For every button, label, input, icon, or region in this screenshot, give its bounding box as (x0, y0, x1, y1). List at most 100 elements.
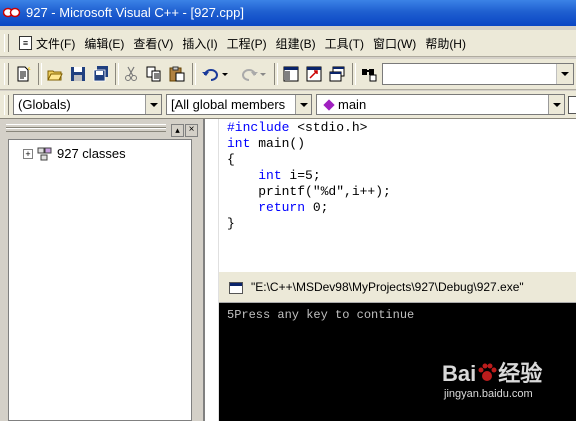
toolbar-grip[interactable] (4, 63, 9, 85)
save-all-icon (93, 66, 108, 82)
toolbar-separator (115, 63, 119, 85)
menu-item-label: 编辑(E) (84, 36, 125, 51)
wizardbar-grip[interactable] (4, 95, 9, 115)
menu-item-label: 工具(T) (324, 36, 364, 51)
visual-cpp-app-icon (3, 7, 21, 18)
code-line[interactable]: printf("%d",i++); (227, 184, 391, 199)
find-in-files-button[interactable] (358, 63, 380, 85)
workspace-icon (283, 66, 299, 82)
paste-button[interactable] (166, 63, 188, 85)
toolbar-separator (352, 63, 356, 85)
new-text-file-icon (17, 66, 31, 82)
menu-item-5[interactable]: 组建(B) (272, 35, 321, 52)
workspace-toggle-button[interactable] (280, 63, 302, 85)
code-line[interactable]: int main() (227, 136, 305, 151)
code-text: printf("%d",i++); (258, 184, 391, 199)
filter-combo[interactable]: [All global members (166, 94, 312, 115)
save-all-button[interactable] (90, 63, 112, 85)
editor-gutter[interactable] (205, 119, 219, 421)
open-folder-icon (47, 70, 63, 81)
console-title-bar[interactable]: "E:\C++\MSDev98\MyProjects\927\Debug\927… (219, 272, 576, 303)
restore-pane-icon[interactable]: ▴ (171, 124, 184, 137)
save-button[interactable] (67, 63, 89, 85)
filter-dropdown-button[interactable] (295, 95, 311, 114)
class-view-tree[interactable]: + 927 classes (8, 139, 192, 421)
save-icon (71, 67, 85, 81)
chevron-down-icon (552, 102, 561, 107)
class-scope-dropdown-button[interactable] (145, 95, 161, 114)
toolbar-separator (192, 63, 196, 85)
title-bar[interactable]: 927 - Microsoft Visual C++ - [927.cpp] (0, 0, 576, 26)
copy-button[interactable] (143, 63, 165, 85)
cut-icon (125, 66, 137, 81)
member-function-icon (323, 99, 335, 111)
redo-icon (242, 69, 266, 81)
code-text: { (227, 152, 235, 167)
undo-icon (202, 69, 228, 81)
watermark-url: jingyan.baidu.com (444, 388, 533, 400)
paste-icon (169, 66, 185, 82)
find-in-files-icon (362, 69, 377, 82)
chevron-down-icon (299, 102, 308, 107)
menu-item-1[interactable]: 编辑(E) (80, 35, 129, 52)
toolbar-separator (38, 63, 42, 85)
code-line[interactable]: { (227, 152, 235, 167)
open-button[interactable] (44, 63, 66, 85)
menu-item-7[interactable]: 窗口(W) (369, 35, 421, 52)
class-scope-combo[interactable]: (Globals) (13, 94, 162, 115)
wizard-action-icon[interactable] (568, 96, 576, 114)
tree-node-classes[interactable]: + 927 classes (23, 146, 126, 161)
menubar-grip[interactable] (4, 34, 9, 52)
menu-item-8[interactable]: 帮助(H) (421, 35, 471, 52)
code-keyword: #include (227, 120, 290, 135)
chevron-down-icon (149, 102, 158, 107)
tree-node-label: 927 classes (57, 146, 126, 161)
menu-item-label: 窗口(W) (372, 36, 417, 51)
class-scope-value: (Globals) (18, 97, 71, 112)
copy-icon (146, 66, 161, 82)
member-combo[interactable]: main (316, 94, 565, 115)
window-list-icon (329, 66, 345, 82)
code-text: <stdio.h> (289, 120, 368, 135)
menu-item-label: 组建(B) (275, 36, 316, 51)
menu-item-label: 文件(F) (36, 36, 76, 51)
menu-item-label: 查看(V) (133, 36, 174, 51)
watermark-brand2: 经验 (498, 361, 543, 386)
workspace-header: ▴ × (4, 121, 199, 137)
undo-button[interactable] (198, 63, 232, 85)
console-output: 5Press any key to continue (227, 308, 415, 322)
expand-plus-icon[interactable]: + (23, 148, 33, 159)
output-icon (306, 66, 322, 82)
menu-item-4[interactable]: 工程(P) (223, 35, 272, 52)
find-dropdown-button[interactable] (556, 64, 573, 84)
window-title: 927 - Microsoft Visual C++ - [927.cpp] (26, 5, 244, 20)
close-pane-icon[interactable]: × (185, 124, 198, 137)
classes-icon (37, 147, 52, 160)
doc-icon: ≡ (19, 36, 32, 50)
find-combo-box[interactable] (382, 63, 574, 85)
cut-button[interactable] (120, 63, 142, 85)
member-dropdown-button[interactable] (548, 95, 564, 114)
menu-item-0[interactable]: ≡ 文件(F) (15, 35, 80, 52)
window-list-button[interactable] (326, 63, 348, 85)
menu-item-label: 插入(I) (182, 36, 218, 51)
wizard-bar: (Globals) [All global members main (0, 91, 576, 119)
output-toggle-button[interactable] (303, 63, 325, 85)
new-text-file-button[interactable] (12, 63, 34, 85)
console-title: "E:\C++\MSDev98\MyProjects\927\Debug\927… (251, 280, 524, 294)
code-line[interactable]: } (227, 216, 235, 231)
menu-item-3[interactable]: 插入(I) (178, 35, 222, 52)
workspace-grip[interactable] (6, 128, 166, 132)
code-line[interactable]: #include <stdio.h> (227, 120, 367, 135)
code-text: 0; (305, 200, 329, 215)
redo-button[interactable] (236, 63, 270, 85)
filter-value: [All global members (171, 97, 286, 112)
member-value: main (338, 97, 367, 112)
menu-item-2[interactable]: 查看(V) (129, 35, 178, 52)
menu-item-6[interactable]: 工具(T) (321, 35, 369, 52)
code-line[interactable]: return 0; (227, 200, 328, 215)
code-line[interactable]: int i=5; (227, 168, 320, 183)
